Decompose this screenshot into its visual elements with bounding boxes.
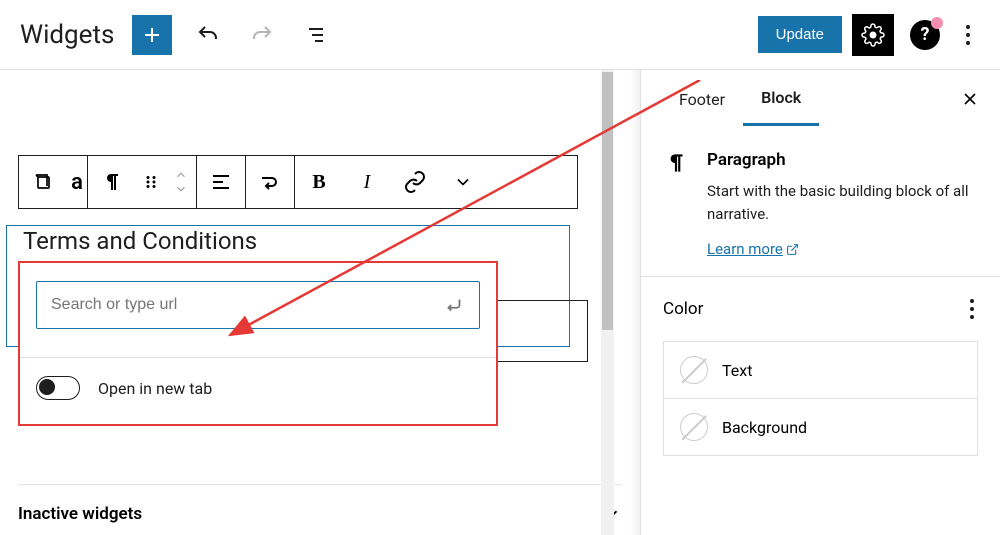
sidebar-tabs: Footer Block xyxy=(641,70,1000,128)
chevron-down-icon xyxy=(453,172,473,192)
paragraph-icon xyxy=(100,170,124,194)
settings-sidebar: Footer Block Paragraph Start with the ba… xyxy=(640,70,1000,535)
enter-icon xyxy=(443,294,465,316)
toggle-knob-icon xyxy=(39,379,55,395)
block-inspector-card: Paragraph Start with the basic building … xyxy=(641,128,1000,277)
color-item-background[interactable]: Background xyxy=(664,399,977,455)
inactive-widgets-panel[interactable]: Inactive widgets xyxy=(18,484,622,525)
drag-icon xyxy=(142,173,160,191)
block-card-text: Paragraph Start with the basic building … xyxy=(707,150,978,258)
notification-dot-icon xyxy=(931,17,943,29)
external-link-icon xyxy=(786,243,799,256)
open-new-tab-toggle[interactable] xyxy=(36,376,80,400)
divider xyxy=(20,357,496,358)
main-container: a xyxy=(0,70,1000,535)
url-input-wrapper xyxy=(36,281,480,329)
redo-button[interactable] xyxy=(244,17,280,53)
paragraph-icon xyxy=(663,150,689,176)
block-type-button[interactable] xyxy=(19,156,67,208)
open-new-tab-label: Open in new tab xyxy=(98,379,212,398)
chevron-down-icon xyxy=(174,182,188,196)
submit-link-button[interactable] xyxy=(443,294,465,316)
more-formatting-button[interactable] xyxy=(439,156,487,208)
editor-scrollbar-thumb[interactable] xyxy=(602,72,613,330)
gear-icon xyxy=(861,23,885,47)
no-color-swatch-icon xyxy=(680,413,708,441)
inactive-widgets-label: Inactive widgets xyxy=(18,504,142,524)
no-color-swatch-icon xyxy=(680,356,708,384)
learn-more-link[interactable]: Learn more xyxy=(707,240,799,258)
top-toolbar: Widgets Update ? xyxy=(0,0,1000,70)
color-items-list: Text Background xyxy=(663,341,978,456)
color-panel-header: Color xyxy=(663,295,978,323)
paragraph-type-button[interactable] xyxy=(88,156,136,208)
toolbar-right: Update ? xyxy=(758,14,980,56)
partial-icon-button[interactable]: a xyxy=(67,156,87,208)
help-button[interactable]: ? xyxy=(904,14,946,56)
undo-icon xyxy=(196,23,220,47)
color-item-label: Text xyxy=(722,361,752,380)
redo-icon xyxy=(250,23,274,47)
settings-button[interactable] xyxy=(852,14,894,56)
color-item-text[interactable]: Text xyxy=(664,342,977,399)
plus-icon xyxy=(140,23,164,47)
chevron-up-icon xyxy=(174,168,188,182)
block-type-icon xyxy=(31,170,55,194)
block-card-description: Start with the basic building block of a… xyxy=(707,180,978,225)
close-sidebar-button[interactable] xyxy=(960,89,980,109)
block-toolbar: a xyxy=(18,155,578,209)
more-options-button[interactable] xyxy=(956,15,980,55)
color-panel-options-button[interactable] xyxy=(966,295,978,323)
dots-icon xyxy=(966,25,970,29)
color-panel: Color Text Background xyxy=(641,277,1000,474)
tab-footer[interactable]: Footer xyxy=(661,74,743,125)
add-block-button[interactable] xyxy=(132,15,172,55)
align-left-icon xyxy=(209,170,233,194)
bold-button[interactable]: B xyxy=(295,156,343,208)
color-panel-title: Color xyxy=(663,299,703,319)
toolbar-left: Widgets xyxy=(20,15,334,55)
align-button[interactable] xyxy=(197,156,245,208)
italic-button[interactable]: I xyxy=(343,156,391,208)
url-input[interactable] xyxy=(51,296,443,314)
move-button[interactable] xyxy=(166,156,196,208)
update-button[interactable]: Update xyxy=(758,16,842,53)
block-card-name: Paragraph xyxy=(707,150,978,170)
dots-icon xyxy=(970,299,974,303)
undo-button[interactable] xyxy=(190,17,226,53)
tab-block[interactable]: Block xyxy=(743,72,819,126)
link-popover: Open in new tab xyxy=(18,261,498,426)
list-view-icon xyxy=(304,23,328,47)
block-card-icon xyxy=(663,150,689,258)
transform-icon xyxy=(258,170,282,194)
learn-more-label: Learn more xyxy=(707,240,783,258)
transform-button[interactable] xyxy=(246,156,294,208)
list-view-button[interactable] xyxy=(298,17,334,53)
link-icon xyxy=(403,170,427,194)
page-title: Widgets xyxy=(20,20,114,50)
close-icon xyxy=(960,89,980,109)
link-button[interactable] xyxy=(391,156,439,208)
color-item-label: Background xyxy=(722,418,807,437)
open-new-tab-toggle-row: Open in new tab xyxy=(36,376,480,400)
editor-canvas: a xyxy=(0,70,640,535)
drag-handle-button[interactable] xyxy=(136,156,166,208)
